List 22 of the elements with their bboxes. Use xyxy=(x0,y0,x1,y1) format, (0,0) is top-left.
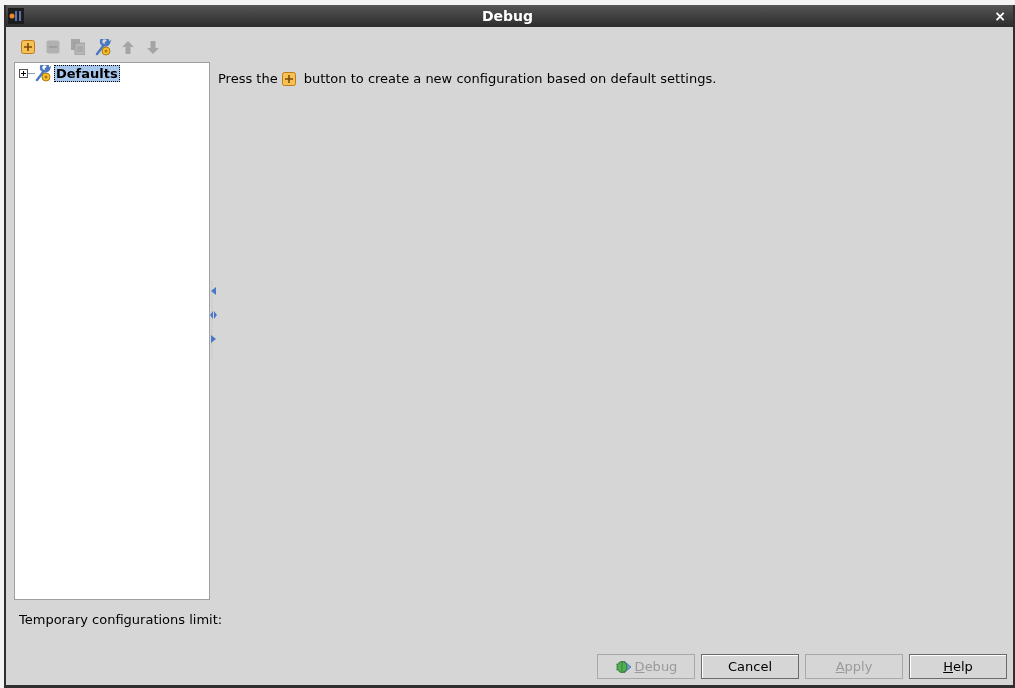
arrow-up-icon xyxy=(122,40,134,54)
defaults-tool-button[interactable] xyxy=(94,38,112,56)
minus-icon xyxy=(46,40,60,54)
tree-item[interactable]: Defaults xyxy=(54,64,120,82)
plus-icon xyxy=(21,40,35,54)
window-title: Debug xyxy=(480,6,535,26)
app-logo-icon xyxy=(8,8,24,24)
add-tool-button[interactable] xyxy=(19,38,37,56)
close-button[interactable]: × xyxy=(991,9,1009,23)
dialog-button[interactable]: Cancel xyxy=(701,654,799,679)
wrench-gear-icon xyxy=(94,38,112,56)
dialog-button[interactable]: Help xyxy=(909,654,1007,679)
splitter-handle[interactable] xyxy=(210,281,217,361)
plus-icon xyxy=(281,71,296,86)
hint-text: button to create a new configuration based on default settings. xyxy=(303,70,717,88)
copy-icon xyxy=(71,39,85,55)
arrow-down-icon xyxy=(147,40,159,54)
bug-icon xyxy=(614,659,632,674)
wrench-gear-icon xyxy=(35,64,52,82)
hint-text: Press the xyxy=(218,70,278,88)
expand-toggle[interactable] xyxy=(19,68,28,78)
limit-label: Temporary configurations limit: xyxy=(19,611,224,629)
